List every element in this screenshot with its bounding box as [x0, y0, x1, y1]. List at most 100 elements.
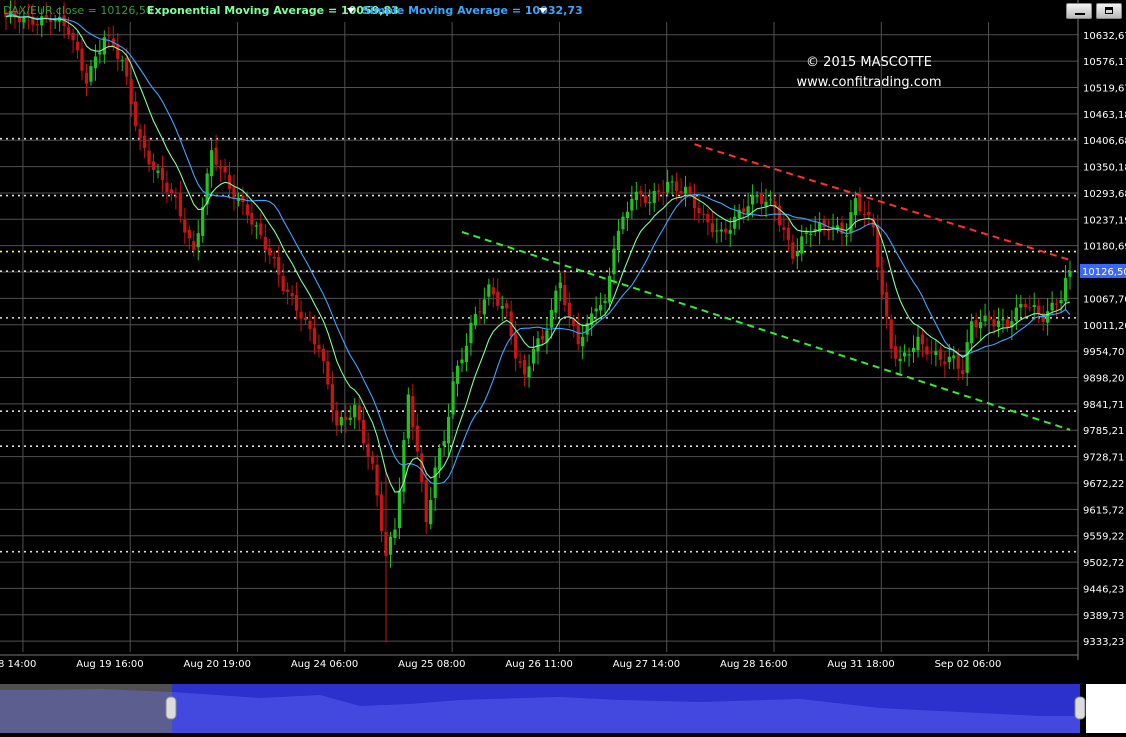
- candle-body[interactable]: [272, 256, 276, 259]
- candle-body[interactable]: [160, 167, 165, 180]
- candle-body[interactable]: [648, 202, 652, 204]
- candle-body[interactable]: [822, 219, 826, 228]
- candle-body[interactable]: [849, 212, 853, 233]
- candle-body[interactable]: [809, 234, 813, 236]
- candle-body[interactable]: [406, 394, 410, 439]
- candle-body[interactable]: [992, 319, 996, 327]
- candle-body[interactable]: [80, 48, 84, 71]
- candle-body[interactable]: [1050, 302, 1054, 311]
- candle-body[interactable]: [299, 311, 303, 319]
- candle-body[interactable]: [1063, 278, 1068, 302]
- candle-body[interactable]: [1001, 319, 1005, 321]
- candle-body[interactable]: [598, 304, 603, 311]
- candle-body[interactable]: [925, 346, 929, 355]
- candle-body[interactable]: [911, 347, 916, 353]
- candle-body[interactable]: [1005, 319, 1010, 328]
- candle-body[interactable]: [974, 320, 978, 328]
- candle-body[interactable]: [335, 410, 339, 426]
- maximize-button[interactable]: [1096, 3, 1122, 19]
- candle-body[interactable]: [666, 181, 670, 193]
- candle-body[interactable]: [259, 223, 263, 235]
- candle-body[interactable]: [750, 194, 755, 205]
- candle-body[interactable]: [326, 361, 330, 385]
- candle-body[interactable]: [1068, 270, 1072, 277]
- candle-body[interactable]: [442, 441, 446, 446]
- candle-body[interactable]: [920, 334, 925, 345]
- candle-body[interactable]: [147, 150, 151, 165]
- candle-body[interactable]: [929, 352, 934, 354]
- candle-body[interactable]: [710, 223, 714, 233]
- candle-body[interactable]: [612, 248, 616, 275]
- candle-body[interactable]: [970, 321, 974, 344]
- candle-body[interactable]: [317, 344, 321, 350]
- candle-body[interactable]: [782, 227, 786, 231]
- candle-body[interactable]: [281, 276, 285, 291]
- candle-body[interactable]: [66, 27, 71, 35]
- candle-body[interactable]: [898, 358, 902, 362]
- candle-body[interactable]: [563, 284, 567, 306]
- candle-body[interactable]: [214, 147, 218, 165]
- candle-body[interactable]: [844, 235, 849, 237]
- candle-body[interactable]: [321, 348, 326, 361]
- candle-body[interactable]: [174, 196, 178, 198]
- candle-body[interactable]: [759, 193, 764, 204]
- candle-body[interactable]: [286, 289, 290, 292]
- candle-body[interactable]: [71, 32, 75, 41]
- candle-body[interactable]: [1032, 305, 1036, 308]
- candle-body[interactable]: [379, 494, 384, 531]
- candle-body[interactable]: [496, 291, 500, 306]
- candle-body[interactable]: [862, 213, 866, 215]
- candle-body[interactable]: [451, 381, 455, 415]
- candle-body[interactable]: [728, 230, 732, 234]
- candle-body[interactable]: [151, 161, 156, 171]
- candle-body[interactable]: [478, 311, 482, 313]
- candle-body[interactable]: [733, 216, 737, 229]
- candle-body[interactable]: [800, 236, 804, 254]
- candle-body[interactable]: [357, 405, 361, 421]
- candle-body[interactable]: [370, 455, 375, 464]
- candle-body[interactable]: [522, 360, 527, 375]
- candle-body[interactable]: [227, 174, 232, 189]
- candle-body[interactable]: [943, 361, 947, 364]
- candle-body[interactable]: [786, 227, 790, 240]
- candle-body[interactable]: [639, 190, 643, 195]
- candle-body[interactable]: [460, 359, 464, 364]
- candle-body[interactable]: [388, 536, 393, 555]
- candle-body[interactable]: [621, 216, 625, 230]
- candle-body[interactable]: [1059, 300, 1063, 304]
- candle-body[interactable]: [567, 302, 571, 317]
- candle-body[interactable]: [397, 490, 402, 529]
- navigator-right-handle[interactable]: [1074, 696, 1086, 720]
- candle-body[interactable]: [643, 195, 647, 204]
- candle-body[interactable]: [125, 57, 129, 77]
- candle-body[interactable]: [438, 448, 442, 470]
- candle-body[interactable]: [89, 66, 93, 82]
- candle-body[interactable]: [362, 419, 366, 444]
- candle-body[interactable]: [344, 416, 348, 420]
- candle-body[interactable]: [858, 195, 862, 212]
- candle-body[interactable]: [375, 464, 379, 496]
- candle-body[interactable]: [938, 349, 942, 360]
- candle-body[interactable]: [446, 416, 451, 444]
- candle-body[interactable]: [634, 191, 638, 200]
- candle-body[interactable]: [415, 425, 419, 452]
- candle-body[interactable]: [853, 198, 858, 215]
- candle-body[interactable]: [420, 453, 424, 482]
- candle-body[interactable]: [469, 322, 473, 344]
- candle-body[interactable]: [688, 186, 692, 194]
- candle-body[interactable]: [715, 230, 719, 232]
- candle-body[interactable]: [742, 208, 746, 213]
- candle-body[interactable]: [93, 56, 98, 69]
- candle-body[interactable]: [1028, 307, 1032, 309]
- candle-body[interactable]: [1037, 305, 1041, 314]
- candle-body[interactable]: [303, 317, 308, 321]
- candle-body[interactable]: [670, 181, 674, 183]
- candle-body[interactable]: [907, 354, 911, 356]
- candle-body[interactable]: [616, 230, 621, 251]
- candle-body[interactable]: [952, 355, 956, 359]
- candle-body[interactable]: [885, 292, 889, 317]
- candle-body[interactable]: [625, 211, 630, 219]
- candle-body[interactable]: [603, 300, 607, 304]
- candle-body[interactable]: [746, 206, 750, 214]
- candle-body[interactable]: [674, 181, 679, 191]
